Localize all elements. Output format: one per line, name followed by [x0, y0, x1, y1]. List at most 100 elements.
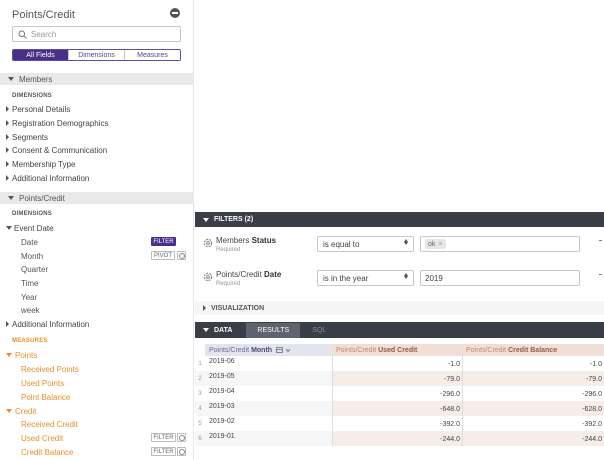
filter-field-name: Members Status: [216, 236, 277, 245]
pivot-icon[interactable]: [276, 346, 292, 354]
tab-all-fields[interactable]: All Fields: [13, 50, 69, 60]
chevron-right-icon: [6, 134, 9, 140]
chevron-down-icon: [6, 353, 12, 357]
chevron-down-icon[interactable]: [203, 328, 209, 332]
field-label: Year: [21, 292, 38, 302]
column-header-used-credit[interactable]: Points/Credit Used Credit: [332, 344, 462, 356]
field-group-registration-demographics[interactable]: Registration Demographics: [6, 117, 190, 129]
filter-field-name: Points/Credit Date: [216, 270, 282, 279]
row-number: 2: [198, 376, 202, 382]
chevron-right-icon: [6, 147, 9, 153]
filter-operator-select[interactable]: is in the year: [317, 270, 414, 286]
measure-group-points[interactable]: Points: [6, 349, 190, 361]
filter-row-date: Points/Credit Date Required is in the ye…: [195, 263, 604, 295]
search-input[interactable]: [31, 29, 171, 40]
table-row: 6 2019-01 -244.0 -244.0: [195, 431, 604, 446]
field-group-consent[interactable]: Consent & Communication: [6, 144, 190, 156]
field-group-personal-details[interactable]: Personal Details: [6, 103, 190, 115]
cell-credit-balance: -628.0: [462, 401, 604, 416]
field-group-event-date[interactable]: Event Date: [6, 222, 190, 234]
field-group-label: Segments: [12, 132, 49, 142]
measures-label: MEASURES: [12, 338, 48, 344]
column-header-credit-balance[interactable]: Points/Credit Credit Balance: [462, 344, 604, 356]
close-icon[interactable]: ×: [438, 241, 442, 248]
gear-icon[interactable]: [177, 251, 186, 260]
filters-header[interactable]: FILTERS (2): [195, 212, 604, 227]
dimensions-label: DIMENSIONS: [12, 211, 53, 217]
gear-icon[interactable]: [177, 433, 186, 442]
filter-button[interactable]: FILTER: [151, 433, 176, 442]
field-label: Quarter: [21, 264, 49, 274]
remove-filter-icon[interactable]: [599, 274, 602, 275]
field-event-date-year[interactable]: Year: [21, 291, 190, 303]
measure-group-credit[interactable]: Credit: [6, 405, 190, 417]
measure-point-balance[interactable]: Point Balance: [21, 391, 190, 403]
row-number: 6: [198, 436, 202, 442]
tab-dimensions[interactable]: Dimensions: [69, 50, 125, 60]
row-number: 3: [198, 391, 202, 397]
measure-label: Received Points: [21, 364, 79, 374]
measure-label: Used Points: [21, 378, 65, 388]
row-number: 5: [198, 421, 202, 427]
chevron-right-icon: [6, 161, 9, 167]
measure-received-points[interactable]: Received Points: [21, 363, 190, 375]
remove-filter-icon[interactable]: [599, 240, 602, 241]
chevron-right-icon: [6, 321, 9, 327]
cell-credit-balance: -392.0: [462, 416, 604, 431]
measure-received-credit[interactable]: Received Credit: [21, 418, 190, 430]
table-header: Points/Credit Month Points/Credit Used Cre…: [195, 344, 604, 356]
field-group-label: Consent & Communication: [12, 145, 108, 155]
chevron-down-icon: [6, 226, 12, 230]
filter-button[interactable]: FILTER: [151, 447, 176, 456]
cell-month: 2019-04: [209, 388, 235, 395]
filter-button-active[interactable]: FILTER: [151, 237, 176, 246]
explore-title: Points/Credit: [12, 9, 75, 21]
tab-results[interactable]: RESULTS: [246, 322, 301, 338]
collapse-sidebar-icon[interactable]: [170, 8, 180, 18]
cell-used-credit: -244.0: [332, 431, 462, 446]
field-label: Month: [21, 251, 44, 261]
visualization-header[interactable]: VISUALIZATION: [195, 301, 604, 315]
field-event-date-quarter[interactable]: Quarter: [21, 263, 190, 275]
tab-sql[interactable]: SQL: [312, 327, 326, 334]
chevron-down-icon: [6, 409, 12, 413]
measure-label: Used Credit: [21, 433, 64, 443]
chevron-right-icon: [6, 106, 9, 112]
table-row: 4 2019-03 -648.0 -628.0: [195, 401, 604, 416]
cell-used-credit: -79.0: [332, 371, 462, 386]
cell-used-credit: -648.0: [332, 401, 462, 416]
field-group-label: Registration Demographics: [12, 118, 109, 128]
cell-used-credit: -1.0: [332, 356, 462, 371]
filter-value-input[interactable]: ok ×: [420, 236, 580, 252]
measure-label: Credit Balance: [21, 447, 74, 457]
filter-value-input[interactable]: 2019: [420, 270, 580, 286]
measure-group-label: Points: [15, 350, 38, 360]
field-group-additional-information[interactable]: Additional Information: [6, 172, 190, 184]
measure-used-points[interactable]: Used Points: [21, 377, 190, 389]
tab-measures[interactable]: Measures: [125, 50, 180, 60]
cell-used-credit: -296.0: [332, 386, 462, 401]
field-event-date-week[interactable]: week: [21, 304, 190, 316]
pivot-button[interactable]: PIVOT: [151, 251, 175, 260]
field-type-tabs: All Fields Dimensions Measures: [12, 49, 181, 61]
gear-icon[interactable]: [177, 447, 186, 456]
field-group-segments[interactable]: Segments: [6, 131, 190, 143]
field-group-membership-type[interactable]: Membership Type: [6, 158, 190, 170]
filter-operator-select[interactable]: is equal to: [317, 236, 414, 252]
field-group-label: Additional Information: [12, 319, 90, 329]
gear-icon[interactable]: [203, 238, 213, 248]
data-title: DATA: [214, 326, 233, 334]
measure-group-label: Credit: [15, 406, 37, 416]
gear-icon[interactable]: [203, 272, 213, 282]
field-picker-sidebar: Points/Credit All Fields Dimensions Meas…: [0, 0, 194, 460]
view-header-members[interactable]: Members: [0, 73, 194, 85]
field-group-additional-information-2[interactable]: Additional Information: [6, 318, 190, 330]
column-header-month[interactable]: Points/Credit Month: [205, 344, 332, 356]
field-search[interactable]: [12, 26, 181, 42]
field-event-date-time[interactable]: Time: [21, 277, 190, 289]
filter-row-status: Members Status Required is equal to ok ×: [195, 229, 604, 261]
view-header-points-credit[interactable]: Points/Credit: [0, 192, 194, 204]
filter-value-chip[interactable]: ok ×: [425, 239, 446, 249]
field-group-label: Additional Information: [12, 173, 90, 183]
chevron-right-icon: [6, 175, 9, 181]
